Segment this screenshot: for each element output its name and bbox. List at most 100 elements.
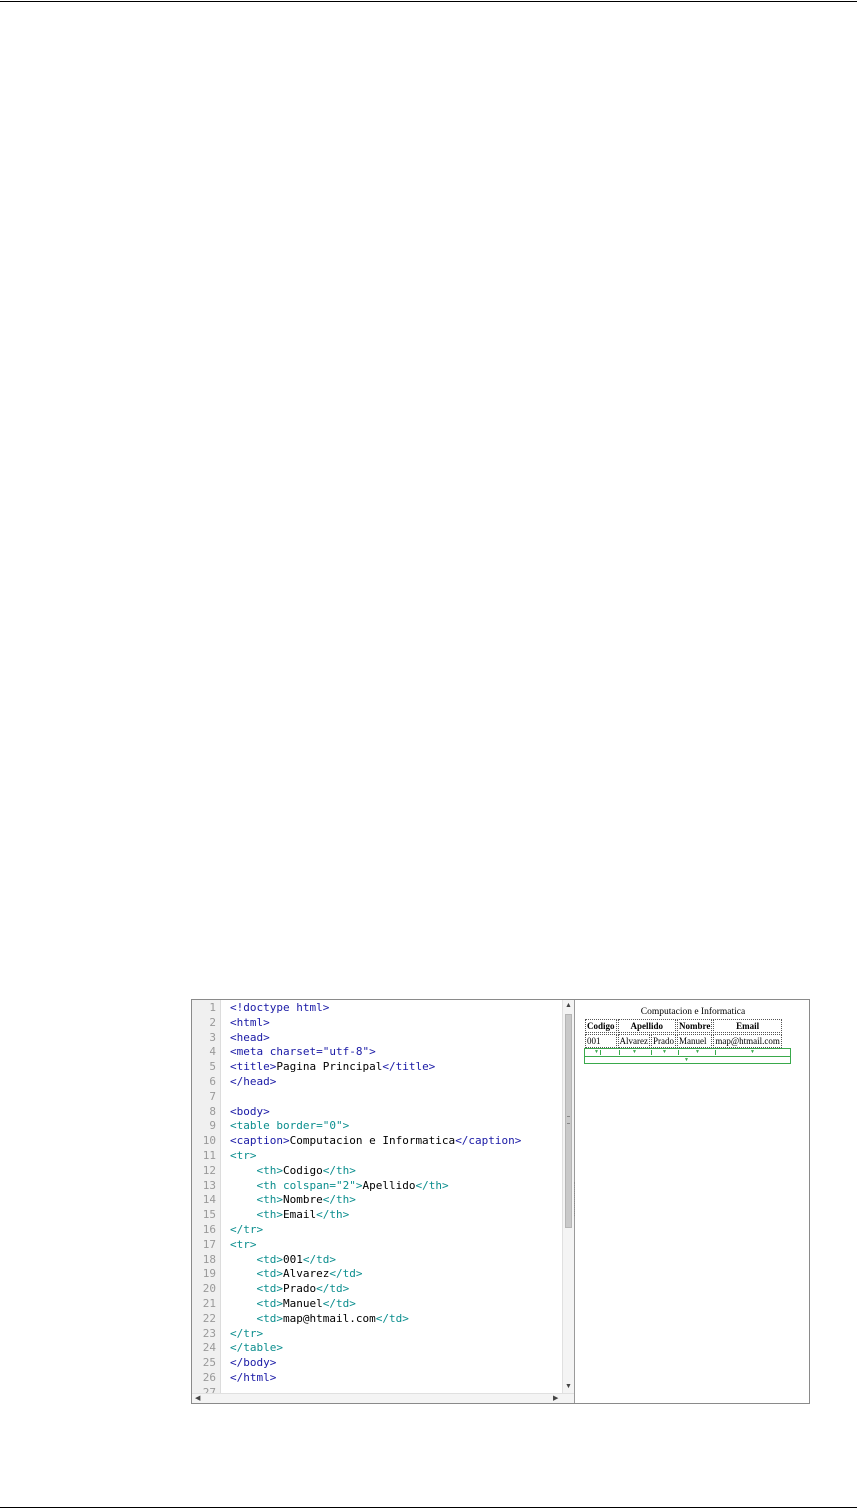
code-line[interactable]: 8 <body> bbox=[192, 1105, 562, 1120]
code-line[interactable]: 10 <caption>Computacion e Informatica</ca… bbox=[192, 1134, 562, 1149]
code-text: <th>Email</th> bbox=[256, 1208, 350, 1222]
preview-table: Codigo Apellido Nombre Email 001 Alvarez… bbox=[584, 1018, 783, 1049]
header-apellido: Apellido bbox=[617, 1019, 676, 1033]
scroll-left-arrow-icon[interactable]: ◀ bbox=[195, 1395, 200, 1402]
pane-resize-handle[interactable] bbox=[574, 1182, 577, 1216]
code-text: <meta charset="utf-8"> bbox=[230, 1045, 376, 1059]
code-text: <title>Pagina Principal</title> bbox=[230, 1060, 436, 1074]
browser-preview-pane: Computacion e Informatica Codigo Apellid… bbox=[578, 1000, 808, 1403]
code-line[interactable]: 9 <table border="0"> bbox=[192, 1119, 562, 1134]
code-line[interactable]: 12 <th>Codigo</th> bbox=[192, 1164, 562, 1179]
code-line[interactable]: 2 <html> bbox=[192, 1016, 562, 1031]
inspector-arrow-icon: ▼ bbox=[662, 1049, 667, 1055]
element-inspector-highlight: ▼ ▼ ▼ ▼ ▼ ▼ bbox=[584, 1048, 791, 1064]
line-number: 12 bbox=[202, 1163, 216, 1177]
code-text: <tr> bbox=[230, 1237, 257, 1251]
code-text: </html> bbox=[230, 1370, 277, 1384]
inspector-arrow-icon: ▼ bbox=[695, 1049, 700, 1055]
code-text: <th colspan="2">Apellido</th> bbox=[256, 1178, 449, 1192]
scroll-grip-icon bbox=[567, 1116, 570, 1124]
code-text: <td>map@htmail.com</td> bbox=[256, 1311, 409, 1325]
page-top-rule bbox=[0, 1, 857, 2]
inspector-tick bbox=[619, 1050, 620, 1055]
code-text: </table> bbox=[230, 1341, 283, 1355]
code-line[interactable]: 21 <td>Manuel</td> bbox=[192, 1297, 562, 1312]
cell-codigo: 001 bbox=[585, 1034, 617, 1048]
inspector-arrow-icon: ▼ bbox=[594, 1049, 599, 1055]
code-line[interactable]: 17 <tr> bbox=[192, 1238, 562, 1253]
code-line[interactable]: 26 </html> bbox=[192, 1371, 562, 1386]
line-number: 11 bbox=[202, 1148, 216, 1162]
line-number: 21 bbox=[202, 1296, 216, 1310]
horizontal-scrollbar[interactable]: ◀ ▶ bbox=[192, 1393, 574, 1403]
line-number: 23 bbox=[202, 1326, 216, 1340]
code-line[interactable]: 23 </tr> bbox=[192, 1327, 562, 1342]
line-number: 7 bbox=[209, 1089, 216, 1103]
code-line[interactable]: 25 </body> bbox=[192, 1356, 562, 1371]
scroll-right-arrow-icon[interactable]: ▶ bbox=[553, 1395, 558, 1402]
code-line[interactable]: 4 <meta charset="utf-8"> bbox=[192, 1045, 562, 1060]
code-text: <td>Alvarez</td> bbox=[256, 1267, 363, 1281]
line-number: 6 bbox=[209, 1074, 216, 1088]
scroll-up-arrow-icon[interactable]: ▲ bbox=[565, 1002, 572, 1009]
code-text: <td>001</td> bbox=[256, 1252, 337, 1266]
line-number: 19 bbox=[202, 1267, 216, 1281]
line-number: 1 bbox=[209, 1001, 216, 1014]
code-line[interactable]: 24 </table> bbox=[192, 1341, 562, 1356]
code-line[interactable]: 20 <td>Prado</td> bbox=[192, 1282, 562, 1297]
line-number: 10 bbox=[202, 1134, 216, 1148]
code-line[interactable]: 19 <td>Alvarez</td> bbox=[192, 1267, 562, 1282]
cell-email: map@htmail.com bbox=[713, 1034, 782, 1048]
line-number: 16 bbox=[202, 1222, 216, 1236]
code-line[interactable]: 5 <title>Pagina Principal</title> bbox=[192, 1060, 562, 1075]
code-text: <body> bbox=[230, 1104, 270, 1118]
inspector-arrow-icon: ▼ bbox=[750, 1049, 755, 1055]
code-text: </tr> bbox=[230, 1326, 264, 1340]
code-line[interactable]: 7 bbox=[192, 1090, 562, 1105]
code-line[interactable]: 3 <head> bbox=[192, 1031, 562, 1046]
inspector-arrow-icon: ▼ bbox=[632, 1049, 637, 1055]
code-line[interactable]: 13 <th colspan="2">Apellido</th> bbox=[192, 1179, 562, 1194]
code-text: </head> bbox=[230, 1074, 277, 1088]
scroll-down-arrow-icon[interactable]: ▼ bbox=[565, 1383, 572, 1390]
line-number: 15 bbox=[202, 1208, 216, 1222]
line-number: 22 bbox=[202, 1311, 216, 1325]
code-editor-pane[interactable]: 1 <!doctype html> 2 <html> 3 <head> 4 <meta cha… bbox=[192, 1000, 575, 1403]
code-line[interactable]: 6 </head> bbox=[192, 1075, 562, 1090]
code-line[interactable]: 18 <td>001</td> bbox=[192, 1253, 562, 1268]
line-number: 20 bbox=[202, 1282, 216, 1296]
line-number: 5 bbox=[209, 1060, 216, 1074]
vertical-scroll-thumb[interactable] bbox=[565, 1014, 572, 1228]
cell-apellido-1: Alvarez bbox=[617, 1034, 650, 1048]
line-number: 17 bbox=[202, 1237, 216, 1251]
code-line[interactable]: 15 <th>Email</th> bbox=[192, 1208, 562, 1223]
table-row: 001 Alvarez Prado Manuel map@htmail.com bbox=[585, 1034, 782, 1048]
cell-apellido-2: Prado bbox=[651, 1034, 676, 1048]
inspector-tick bbox=[715, 1050, 716, 1055]
code-text: <table border="0"> bbox=[230, 1119, 350, 1133]
line-number: 3 bbox=[209, 1030, 216, 1044]
code-text: <th>Nombre</th> bbox=[256, 1193, 356, 1207]
line-number: 8 bbox=[209, 1104, 216, 1118]
inspector-tick bbox=[600, 1050, 601, 1055]
code-text: <html> bbox=[230, 1015, 270, 1029]
table-caption: Computacion e Informatica bbox=[640, 1007, 746, 1017]
code-text: <tr> bbox=[230, 1148, 257, 1162]
code-text: <th>Codigo</th> bbox=[256, 1163, 356, 1177]
code-lines[interactable]: 1 <!doctype html> 2 <html> 3 <head> 4 <meta cha… bbox=[192, 1001, 562, 1401]
line-number: 2 bbox=[209, 1015, 216, 1029]
inspector-tick bbox=[678, 1050, 679, 1055]
table-header-row: Codigo Apellido Nombre Email bbox=[585, 1019, 782, 1033]
line-number: 4 bbox=[209, 1045, 216, 1059]
code-editor-screenshot: 1 <!doctype html> 2 <html> 3 <head> 4 <meta cha… bbox=[191, 999, 810, 1404]
code-line[interactable]: 14 <th>Nombre</th> bbox=[192, 1193, 562, 1208]
vertical-scrollbar[interactable]: ▲ ▼ bbox=[562, 1000, 574, 1393]
code-line[interactable]: 1 <!doctype html> bbox=[192, 1001, 562, 1016]
header-codigo: Codigo bbox=[585, 1019, 617, 1033]
code-line[interactable]: 11 <tr> bbox=[192, 1149, 562, 1164]
code-text: <caption>Computacion e Informatica</capt… bbox=[230, 1134, 522, 1148]
line-number: 9 bbox=[209, 1119, 216, 1133]
code-line[interactable]: 22 <td>map@htmail.com</td> bbox=[192, 1312, 562, 1327]
code-line[interactable]: 16 </tr> bbox=[192, 1223, 562, 1238]
code-text: <head> bbox=[230, 1030, 270, 1044]
